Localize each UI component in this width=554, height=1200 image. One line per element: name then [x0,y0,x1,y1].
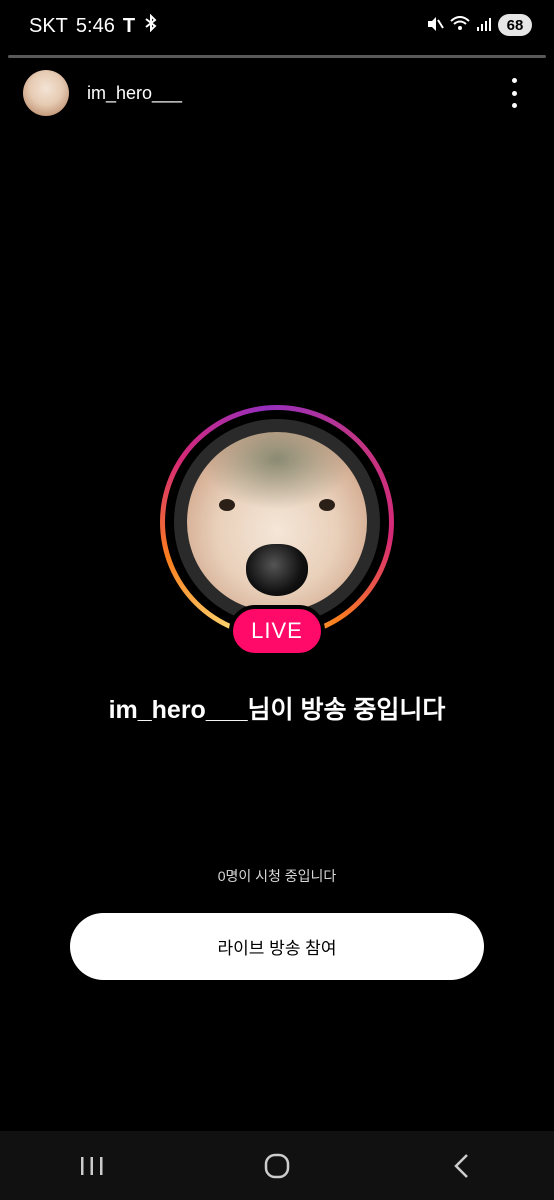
mute-icon [426,15,444,36]
profile-photo [187,432,367,612]
system-nav-bar [0,1131,554,1200]
viewer-count: 0명이 시청 중입니다 [217,868,337,884]
story-header: im_hero___ [0,68,554,118]
more-options-icon[interactable] [504,78,524,108]
join-live-button[interactable]: 라이브 방송 참여 [70,913,484,980]
avatar[interactable] [23,70,69,116]
clock: 5:46 [75,14,115,37]
recent-apps-icon[interactable] [62,1136,122,1196]
live-badge: LIVE [229,605,325,657]
screen: SKT 5:46 T 68 im_hero___ LIVE im_hero___… [0,0,554,1200]
broadcast-title: im_hero___님이 방송 중입니다 [108,696,446,724]
t-app-icon: T [122,14,136,37]
back-icon[interactable] [432,1136,492,1196]
live-ring [160,405,394,639]
signal-icon [476,16,492,35]
status-left: SKT 5:46 T [29,13,159,38]
live-avatar [160,405,394,639]
carrier: SKT [29,14,68,37]
username[interactable]: im_hero___ [87,83,182,104]
status-bar: SKT 5:46 T 68 [0,0,554,52]
bluetooth-icon [143,13,159,38]
status-right: 68 [426,14,532,36]
story-progress-bar [8,55,546,58]
home-icon[interactable] [247,1136,307,1196]
wifi-icon [450,15,470,35]
battery-indicator: 68 [498,14,532,36]
